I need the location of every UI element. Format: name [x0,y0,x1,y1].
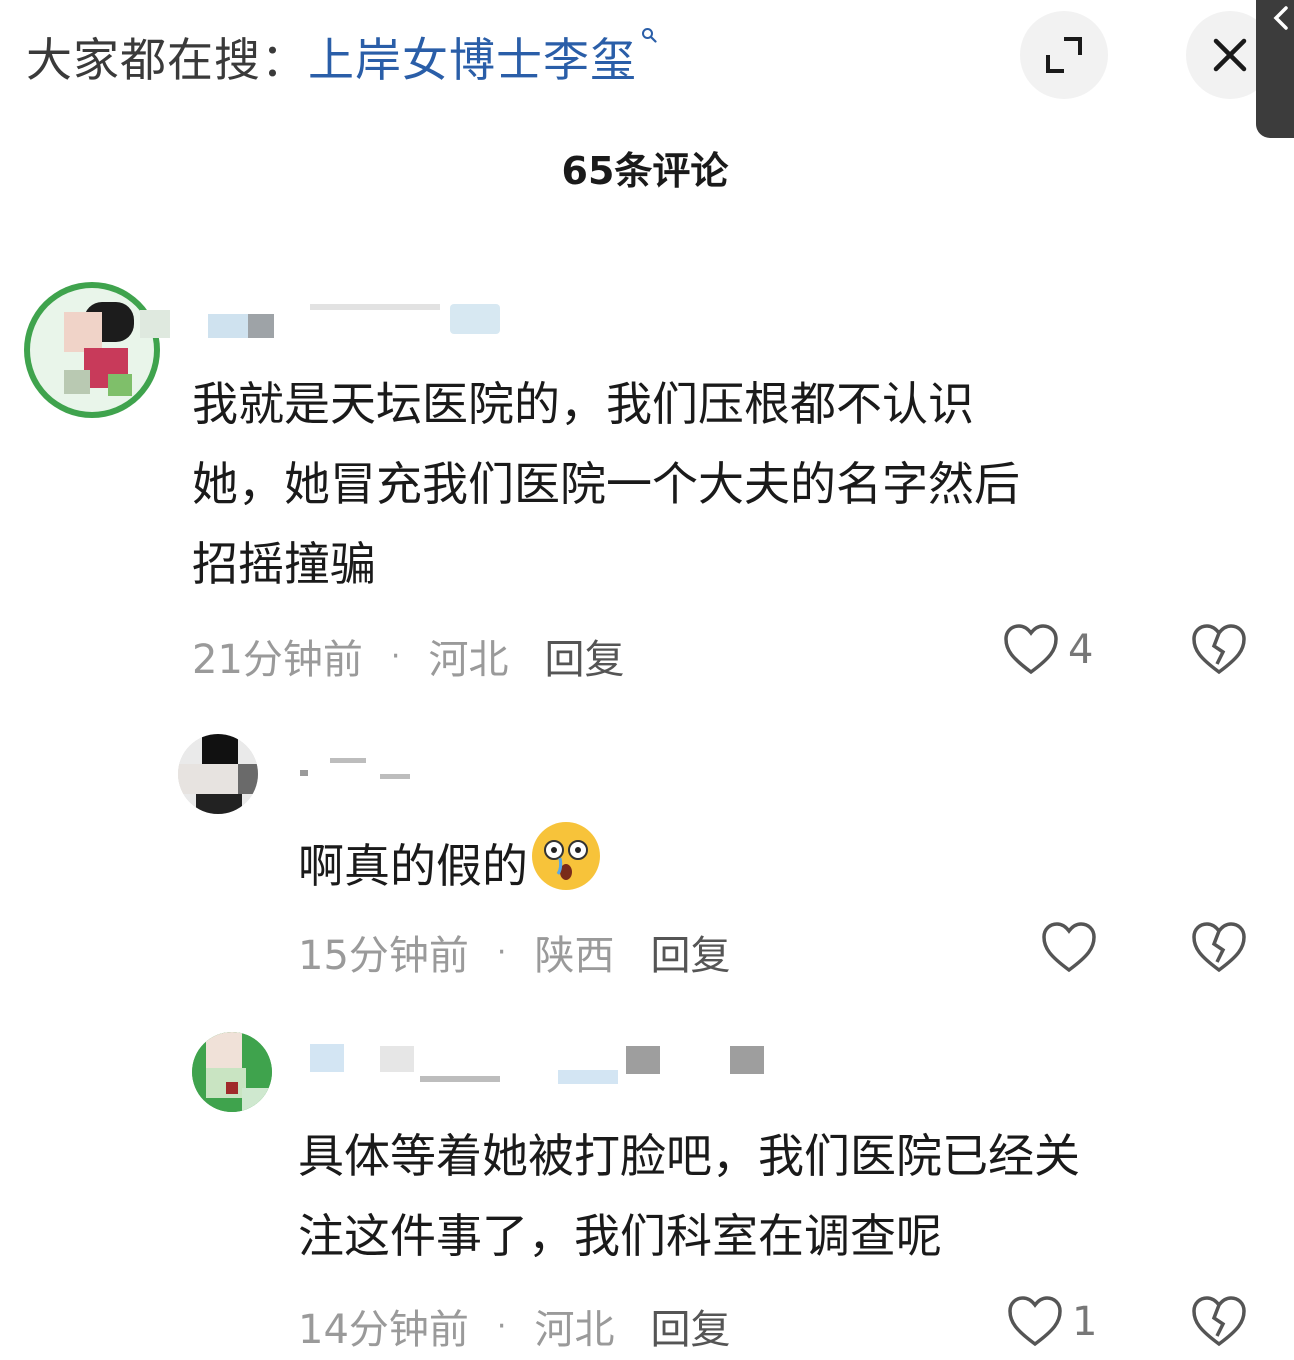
search-suggestion[interactable]: 大家都在搜： 上岸女博士李玺 [26,22,657,92]
comments-count-title: 65条评论 [561,149,729,193]
avatar[interactable] [192,1032,272,1112]
expand-icon [1046,37,1082,73]
dislike-button[interactable] [1190,622,1248,678]
heart-icon [1004,624,1058,675]
comment-time: 21分钟前 [192,637,363,683]
reply-button[interactable]: 回复 [650,1297,730,1355]
broken-heart-icon [1192,624,1246,675]
username-redacted[interactable] [300,752,430,788]
comment-meta: 21分钟前 · 河北 回复 [192,628,624,684]
dislike-button[interactable] [1190,1294,1248,1350]
broken-heart-icon [1192,1296,1246,1347]
like-button[interactable]: 1 [1006,1294,1097,1350]
dislike-button[interactable] [1190,920,1248,976]
close-icon [1213,38,1247,72]
side-panel-tab[interactable] [1256,0,1294,138]
search-keyword-link[interactable]: 上岸女博士李玺 [308,24,637,90]
comment-text: 啊真的假的 [298,818,1198,906]
comment-location: 陕西 [534,933,615,979]
surprised-face-emoji [528,818,604,894]
comment-time: 14分钟前 [298,1307,469,1353]
heart-icon [1008,1296,1062,1347]
search-icon [641,27,657,43]
heart-icon [1042,922,1096,973]
comment-text: 我就是天坛医院的，我们压根都不认识 她，她冒充我们医院一个大夫的名字然后 招摇撞… [192,377,1020,591]
comment-meta: 14分钟前 · 河北 回复 [298,1298,730,1354]
comment-meta: 15分钟前 · 陕西 回复 [298,924,730,980]
like-count: 1 [1072,1299,1098,1345]
reply-button[interactable]: 回复 [544,627,624,685]
like-button[interactable]: 4 [1002,622,1093,678]
comment-text: 具体等着她被打脸吧，我们医院已经关 注这件事了，我们科室在调查呢 [298,1129,1080,1263]
avatar[interactable] [178,734,258,814]
comment-time: 15分钟前 [298,933,469,979]
username-redacted[interactable] [140,296,510,338]
username-redacted[interactable] [300,1040,810,1084]
like-button[interactable] [1040,920,1106,976]
comment-location: 河北 [534,1307,615,1353]
reply-button[interactable]: 回复 [650,923,730,981]
expand-button[interactable] [1020,11,1108,99]
like-count: 4 [1068,627,1094,673]
broken-heart-icon [1192,922,1246,973]
search-prefix: 大家都在搜： [26,33,308,87]
comment-location: 河北 [428,637,509,683]
back-chevron-icon [1273,6,1288,30]
